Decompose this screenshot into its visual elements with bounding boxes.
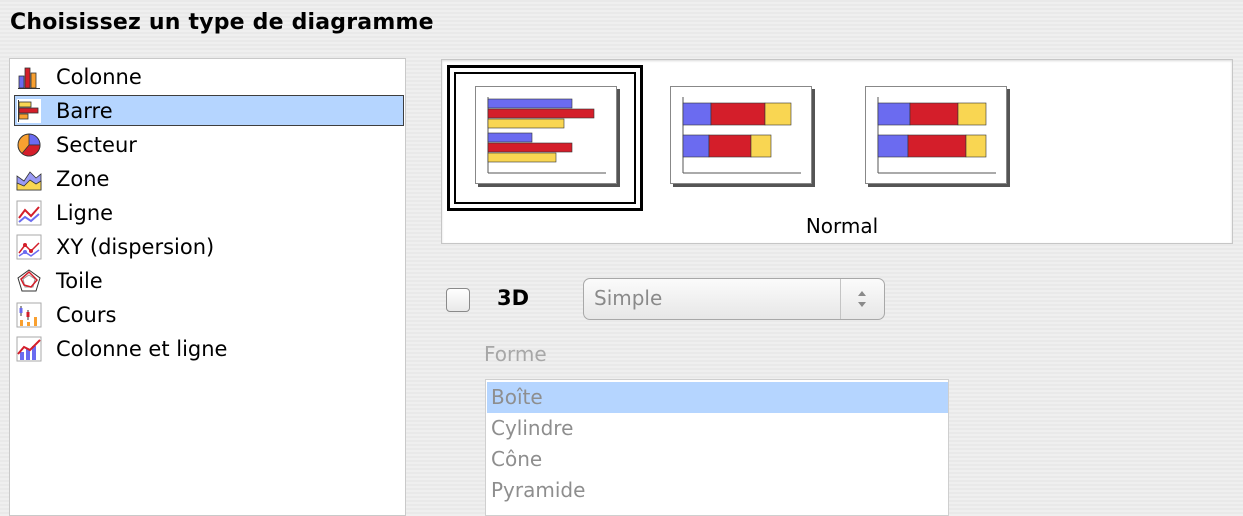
chart-type-label: Secteur	[56, 132, 137, 157]
variant-bar-normal[interactable]	[475, 86, 617, 184]
shape-label: Forme	[484, 342, 547, 366]
chart-type-item-xy-dispersion[interactable]: XY (dispersion)	[14, 231, 404, 262]
scatter-chart-icon	[16, 234, 42, 260]
chart-variant-panel: Normal	[441, 59, 1233, 244]
bar-normal-variant-icon	[487, 97, 606, 174]
shape-item-cone[interactable]: Cône	[487, 444, 948, 475]
column-chart-icon	[16, 64, 42, 90]
stock-chart-icon	[16, 302, 42, 328]
chart-type-label: Colonne et ligne	[56, 336, 228, 361]
chart-type-label: Zone	[56, 166, 110, 191]
bar-chart-icon	[16, 98, 42, 124]
bar-stacked-variant-icon	[682, 97, 801, 174]
variant-name-text: Normal	[805, 214, 879, 238]
line-chart-icon	[16, 200, 42, 226]
variant-bar-stacked[interactable]	[670, 86, 812, 184]
three-d-style-select[interactable]: Simple	[583, 278, 885, 320]
chart-type-label: XY (dispersion)	[56, 234, 215, 259]
chart-type-label: Ligne	[56, 200, 114, 225]
chart-type-label: Toile	[56, 268, 103, 293]
shape-list[interactable]: Boîte Cylindre Cône Pyramide	[485, 379, 949, 516]
chart-type-item-colonne[interactable]: Colonne	[14, 61, 404, 92]
area-chart-icon	[16, 166, 42, 192]
dialog-title: Choisissez un type de diagramme	[10, 10, 434, 35]
three-d-label: 3D	[497, 286, 530, 310]
shape-item-boite[interactable]: Boîte	[487, 382, 948, 413]
chart-type-item-cours[interactable]: Cours	[14, 299, 404, 330]
chart-type-list[interactable]: Colonne Barre Secteur Zone Ligne XY (dis…	[9, 58, 406, 516]
chart-type-label: Cours	[56, 302, 117, 327]
chart-type-item-secteur[interactable]: Secteur	[14, 129, 404, 160]
three-d-checkbox[interactable]	[446, 288, 470, 312]
pie-chart-icon	[16, 132, 42, 158]
column-line-chart-icon	[16, 336, 42, 362]
chart-type-item-toile[interactable]: Toile	[14, 265, 404, 296]
bar-percent-stacked-variant-icon	[877, 97, 996, 174]
three-d-style-value: Simple	[594, 286, 663, 310]
select-arrows-icon	[840, 279, 884, 319]
chart-type-item-barre[interactable]: Barre	[14, 95, 404, 126]
shape-item-cylindre[interactable]: Cylindre	[487, 413, 948, 444]
variant-bar-percent-stacked[interactable]	[865, 86, 1007, 184]
chart-type-label: Colonne	[56, 64, 142, 89]
chart-type-item-colonne-et-ligne[interactable]: Colonne et ligne	[14, 333, 404, 364]
chart-type-label: Barre	[56, 98, 113, 123]
shape-item-pyramide[interactable]: Pyramide	[487, 475, 948, 506]
variant-name-label: Normal	[442, 210, 1232, 242]
radar-chart-icon	[16, 268, 42, 294]
chart-type-item-zone[interactable]: Zone	[14, 163, 404, 194]
chart-type-item-ligne[interactable]: Ligne	[14, 197, 404, 228]
